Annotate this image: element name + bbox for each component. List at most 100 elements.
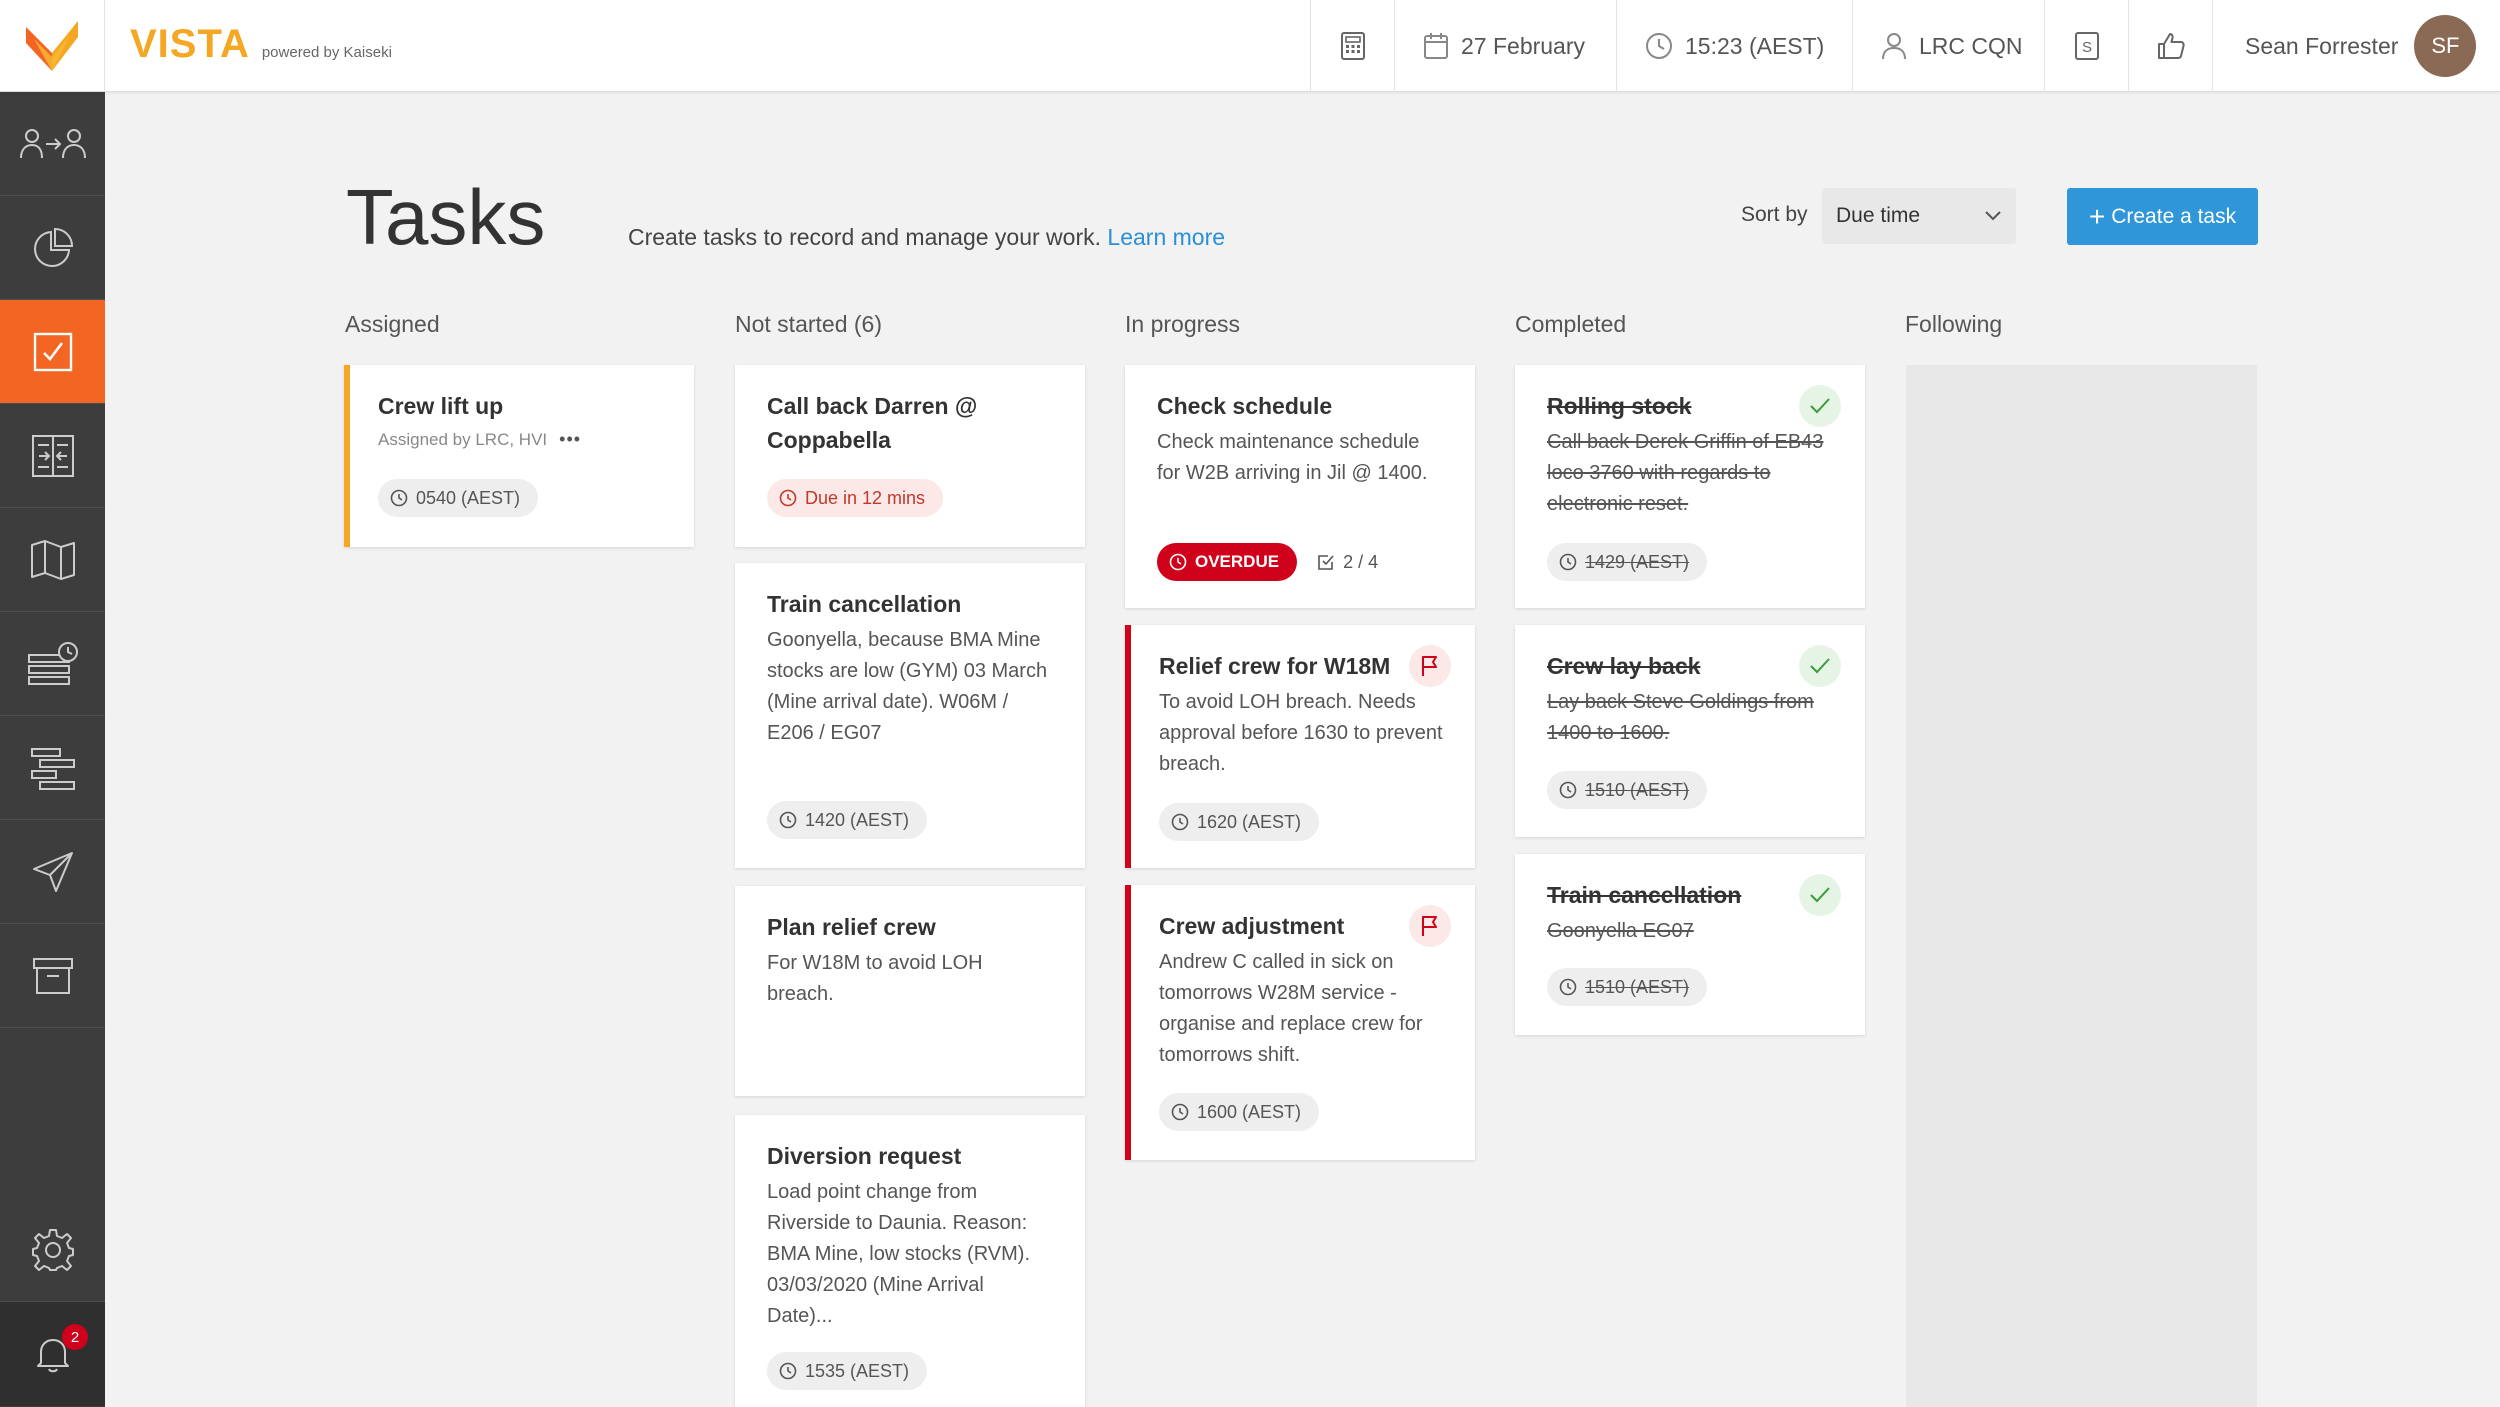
due-time-text: 1510 (AEST) <box>1585 976 1690 997</box>
sidebar-item-archive[interactable] <box>0 924 105 1028</box>
task-card[interactable]: Crew lay back Lay back Steve Goldings fr… <box>1515 625 1865 837</box>
due-time-text: 1620 (AEST) <box>1197 811 1302 832</box>
user-menu[interactable]: Sean Forrester SF <box>2212 0 2500 92</box>
sidebar-item-gantt[interactable] <box>0 716 105 820</box>
chevron-down-icon <box>1985 211 2001 221</box>
due-time-chip: 1429 (AEST) <box>1547 543 1708 581</box>
task-assigned-by: Assigned by LRC, HVI ••• <box>378 429 662 450</box>
logo-mark-icon <box>26 21 78 71</box>
plus-icon: + <box>2088 200 2106 232</box>
due-time-text: 1600 (AEST) <box>1197 1101 1302 1122</box>
notification-badge: 2 <box>62 1324 88 1350</box>
clock-icon <box>1171 1103 1189 1121</box>
sidebar-item-crew[interactable] <box>0 92 105 196</box>
task-title: Check schedule <box>1157 393 1333 419</box>
assigned-by-text: Assigned by LRC, HVI <box>378 429 548 449</box>
check-icon[interactable] <box>1799 385 1841 427</box>
vista-logo[interactable] <box>0 0 105 92</box>
avatar[interactable]: SF <box>2414 15 2477 77</box>
location-selector[interactable]: LRC CQN <box>1852 0 2044 92</box>
create-task-label: Create a task <box>2111 204 2237 228</box>
schedule-list-icon <box>27 641 78 685</box>
due-time-text: 1420 (AEST) <box>805 809 910 830</box>
sidebar-item-settings[interactable] <box>0 1198 105 1302</box>
clock-icon <box>779 1362 797 1380</box>
task-card[interactable]: Train cancellation Goonyella EG07 1510 (… <box>1515 854 1865 1035</box>
send-icon <box>32 851 73 892</box>
due-time-text: 1510 (AEST) <box>1585 779 1690 800</box>
gantt-icon <box>30 747 75 790</box>
feedback-button[interactable] <box>2128 0 2212 92</box>
task-description: Load point change from Riverside to Daun… <box>767 1181 1031 1327</box>
sidebar-item-messages[interactable] <box>0 820 105 924</box>
overdue-chip: OVERDUE <box>1157 543 1298 581</box>
clock-icon <box>1169 553 1187 571</box>
s-button[interactable]: S <box>2044 0 2128 92</box>
brand-tagline: powered by Kaiseki <box>261 44 392 61</box>
clock-icon <box>779 811 797 829</box>
flag-icon[interactable] <box>1409 645 1451 687</box>
time-text: 15:23 (AEST) <box>1685 32 1825 59</box>
task-card[interactable]: Crew adjustment Andrew C called in sick … <box>1125 885 1475 1160</box>
task-description: Andrew C called in sick on tomorrows W28… <box>1159 951 1423 1066</box>
clock-icon <box>1646 33 1672 59</box>
sidebar-item-compare[interactable] <box>0 404 105 508</box>
sidebar-item-tasks[interactable] <box>0 300 105 404</box>
create-task-button[interactable]: + Create a task <box>2067 188 2258 245</box>
sidebar-item-reports[interactable] <box>0 196 105 300</box>
tasks-icon <box>33 332 72 371</box>
sort-select[interactable]: Due time <box>1822 188 2016 244</box>
clock-icon <box>1559 781 1577 799</box>
sort-label: Sort by <box>1741 203 1808 226</box>
task-card[interactable]: Diversion request Load point change from… <box>735 1115 1085 1407</box>
task-card[interactable]: Crew lift up Assigned by LRC, HVI ••• 05… <box>344 365 694 547</box>
task-description: Lay back Steve Goldings from 1400 to 160… <box>1547 691 1814 744</box>
task-description: For W18M to avoid LOH breach. <box>767 952 983 1005</box>
calculator-button[interactable] <box>1310 0 1394 92</box>
sort-value: Due time <box>1836 204 1921 227</box>
sidebar-item-schedule[interactable] <box>0 612 105 716</box>
learn-more-link[interactable]: Learn more <box>1107 224 1225 250</box>
due-time-chip: 1510 (AEST) <box>1547 968 1708 1006</box>
checkbox-icon <box>1318 555 1334 570</box>
s-document-icon: S <box>2074 32 2099 60</box>
task-title: Train cancellation <box>767 591 962 617</box>
more-options-icon[interactable]: ••• <box>559 429 581 450</box>
clock-icon <box>1171 813 1189 831</box>
task-card[interactable]: Check schedule Check maintenance schedul… <box>1125 365 1475 608</box>
sidebar-item-map[interactable] <box>0 508 105 612</box>
clock-icon <box>1559 553 1577 571</box>
task-card[interactable]: Relief crew for W18M To avoid LOH breach… <box>1125 625 1475 868</box>
date-display[interactable]: 27 February <box>1394 0 1616 92</box>
map-icon <box>30 539 75 580</box>
column-title-assigned: Assigned <box>345 311 440 337</box>
svg-text:S: S <box>2081 39 2091 56</box>
due-time-chip: 1510 (AEST) <box>1547 771 1708 809</box>
pie-chart-icon <box>33 227 73 267</box>
task-card[interactable]: Call back Darren @ Coppabella Due in 12 … <box>735 365 1085 547</box>
task-title: Rolling stock <box>1547 393 1692 419</box>
task-title: Crew lay back <box>1547 653 1701 679</box>
calculator-icon <box>1340 32 1365 60</box>
crew-transfer-icon <box>19 128 86 158</box>
sidebar-item-notifications[interactable]: 2 <box>0 1302 105 1406</box>
due-time-chip: 1420 (AEST) <box>767 801 928 839</box>
following-drop-area[interactable] <box>1906 365 2257 1407</box>
due-time-text: 1535 (AEST) <box>805 1360 910 1381</box>
check-icon[interactable] <box>1799 874 1841 916</box>
clock-icon <box>1559 978 1577 996</box>
flag-icon[interactable] <box>1409 905 1451 947</box>
task-title: Diversion request <box>767 1143 962 1169</box>
clock-icon <box>779 489 797 507</box>
task-title: Plan relief crew <box>767 914 936 940</box>
task-card[interactable]: Rolling stock Call back Derek Griffin of… <box>1515 365 1865 608</box>
time-display[interactable]: 15:23 (AEST) <box>1616 0 1852 92</box>
due-soon-chip: Due in 12 mins <box>767 479 944 517</box>
task-description: Goonyella, because BMA Mine stocks are l… <box>767 629 1048 744</box>
task-title: Crew adjustment <box>1159 913 1345 939</box>
check-icon[interactable] <box>1799 645 1841 687</box>
task-card[interactable]: Train cancellation Goonyella, because BM… <box>735 563 1085 868</box>
task-description: Check maintenance schedule for W2B arriv… <box>1157 431 1428 484</box>
due-time-chip: 1535 (AEST) <box>767 1352 928 1390</box>
task-card[interactable]: Plan relief crew For W18M to avoid LOH b… <box>735 886 1085 1096</box>
